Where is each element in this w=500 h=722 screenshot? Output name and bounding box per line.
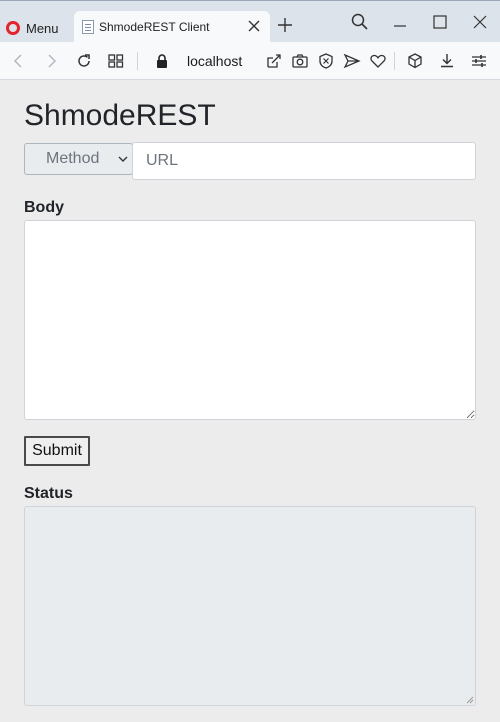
resize-grip-icon[interactable] bbox=[465, 695, 474, 704]
browser-titlebar: Menu ShmodeREST Client bbox=[0, 0, 500, 43]
body-label: Body bbox=[24, 199, 64, 216]
page-title: ShmodeREST bbox=[24, 99, 216, 132]
browser-tab-active[interactable]: ShmodeREST Client bbox=[74, 11, 270, 43]
url-input[interactable] bbox=[132, 142, 476, 180]
opera-menu-button[interactable]: Menu bbox=[6, 14, 59, 42]
toolbar-separator bbox=[137, 52, 138, 70]
submit-button[interactable]: Submit bbox=[24, 436, 90, 466]
send-icon[interactable] bbox=[342, 51, 362, 71]
camera-icon[interactable] bbox=[290, 51, 310, 71]
chevron-down-icon bbox=[118, 155, 128, 163]
forward-arrow-icon[interactable] bbox=[41, 51, 61, 71]
method-select-value: Method bbox=[46, 150, 100, 167]
body-textarea[interactable] bbox=[24, 220, 476, 420]
close-icon[interactable] bbox=[469, 11, 491, 33]
tabs-grid-icon[interactable] bbox=[106, 51, 126, 71]
toolbar-separator bbox=[394, 52, 395, 70]
method-select[interactable]: Method bbox=[24, 143, 133, 175]
download-icon[interactable] bbox=[437, 51, 457, 71]
browser-toolbar: localhost bbox=[0, 42, 500, 80]
shield-icon[interactable] bbox=[316, 51, 336, 71]
share-icon[interactable] bbox=[264, 51, 284, 71]
page-content: ShmodeREST Method Body Submit Status bbox=[0, 81, 500, 722]
address-bar[interactable]: localhost bbox=[187, 53, 242, 69]
minimize-icon[interactable] bbox=[389, 11, 411, 33]
close-icon[interactable] bbox=[246, 18, 262, 34]
menu-label: Menu bbox=[26, 20, 59, 36]
maximize-icon[interactable] bbox=[429, 11, 451, 33]
search-icon[interactable] bbox=[349, 11, 371, 33]
page-favicon-icon bbox=[82, 20, 94, 34]
cube-icon[interactable] bbox=[405, 51, 425, 71]
plus-icon[interactable] bbox=[276, 16, 294, 34]
opera-logo-icon bbox=[6, 21, 20, 35]
status-output[interactable] bbox=[24, 506, 476, 706]
heart-icon[interactable] bbox=[368, 51, 388, 71]
settings-sliders-icon[interactable] bbox=[469, 51, 489, 71]
status-label: Status bbox=[24, 485, 73, 502]
back-arrow-icon[interactable] bbox=[9, 51, 29, 71]
lock-icon[interactable] bbox=[152, 51, 172, 71]
reload-icon[interactable] bbox=[74, 51, 94, 71]
tab-title: ShmodeREST Client bbox=[99, 20, 210, 34]
